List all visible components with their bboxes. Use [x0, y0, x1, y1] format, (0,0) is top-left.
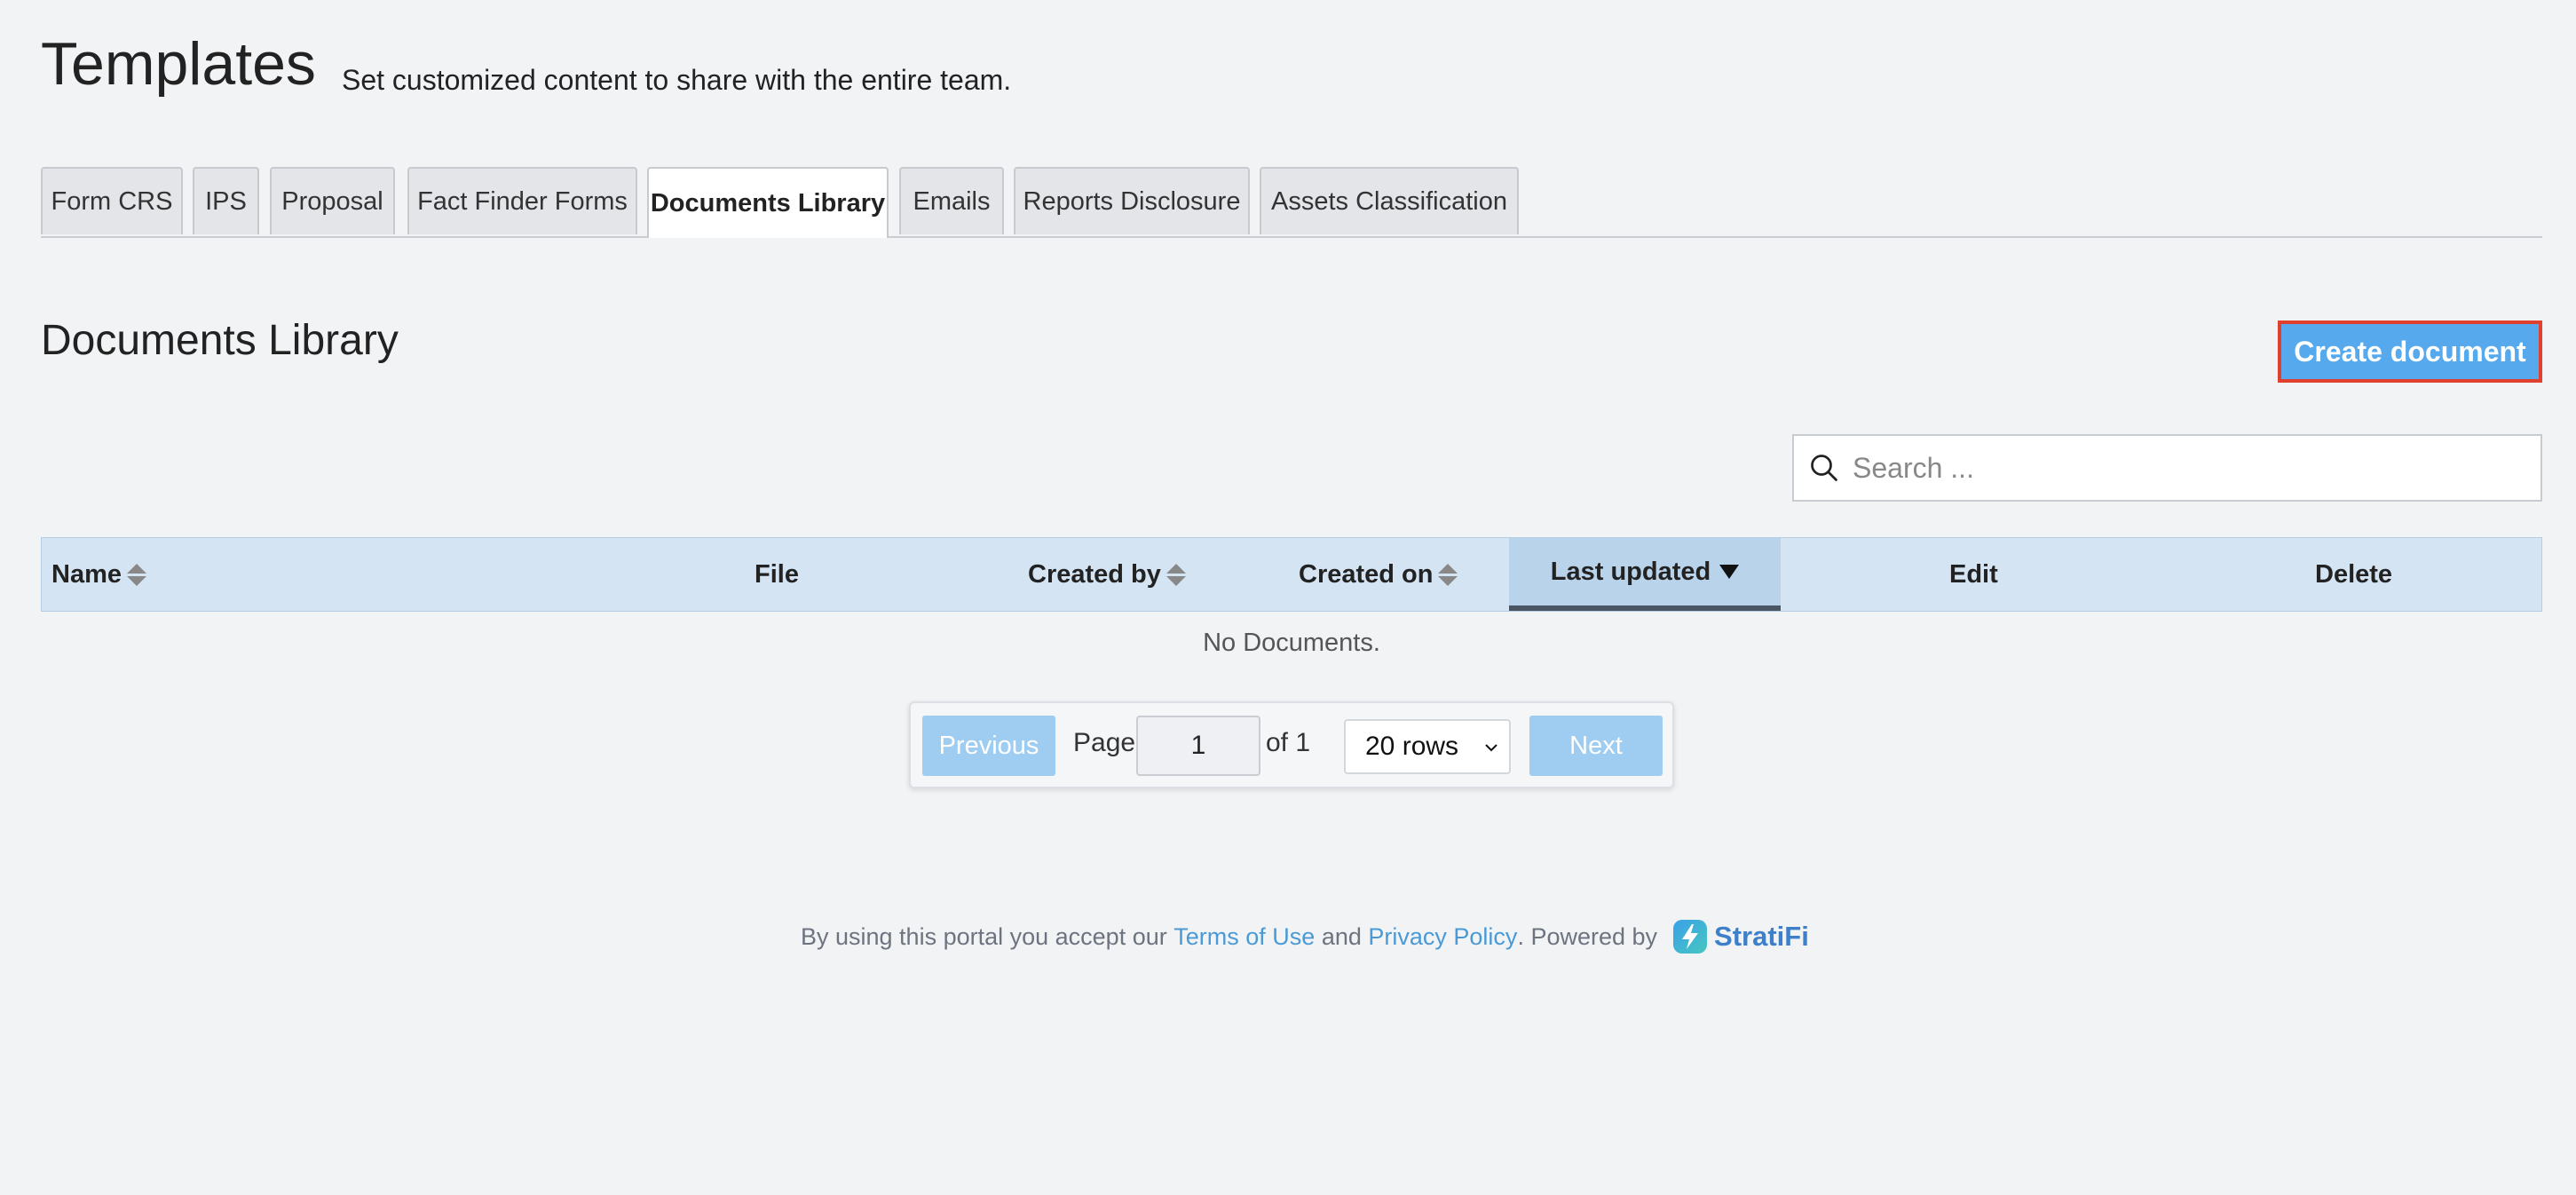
stratifi-logo[interactable]: StratiFi: [1671, 918, 1809, 955]
search-input[interactable]: [1851, 450, 2529, 486]
page-total: of 1: [1266, 728, 1311, 757]
table-header: Name File Created by Created on Last upd…: [41, 537, 2542, 612]
privacy-policy-link[interactable]: Privacy Policy: [1368, 923, 1517, 951]
tab-documents-library[interactable]: Documents Library: [647, 167, 889, 238]
empty-state-message: No Documents.: [1203, 629, 1380, 657]
page-number-input[interactable]: 1: [1136, 716, 1260, 776]
search-box: [1792, 434, 2542, 502]
column-created-by[interactable]: Created by: [1028, 538, 1186, 611]
stratifi-logo-icon: [1673, 920, 1708, 954]
page-subtitle: Set customized content to share with the…: [342, 64, 1012, 96]
column-last-updated[interactable]: Last updated: [1509, 538, 1781, 611]
chevron-down-icon: [1485, 744, 1497, 752]
sort-icon: [1166, 563, 1186, 586]
terms-of-use-link[interactable]: Terms of Use: [1173, 923, 1315, 951]
sort-descending-icon: [1719, 565, 1740, 579]
column-created-by-label: Created by: [1028, 559, 1161, 589]
tab-form-crs[interactable]: Form CRS: [41, 167, 183, 234]
column-name-label: Name: [51, 559, 122, 589]
column-created-on[interactable]: Created on: [1299, 538, 1458, 611]
rows-per-page-select[interactable]: 20 rows: [1344, 719, 1511, 774]
tab-emails[interactable]: Emails: [899, 167, 1004, 234]
sort-icon: [1438, 563, 1458, 586]
footer-powered-by: . Powered by: [1517, 922, 1658, 950]
sort-icon: [127, 563, 146, 586]
footer-and: and: [1321, 922, 1362, 950]
page-title: Templates: [41, 30, 316, 98]
pagination: Previous Page 1 of 1 20 rows Next: [909, 701, 1674, 788]
create-document-button[interactable]: Create document: [2278, 321, 2542, 383]
column-delete-label: Delete: [2315, 559, 2393, 589]
section-title: Documents Library: [41, 317, 399, 364]
tab-bar: Form CRS IPS Proposal Fact Finder Forms …: [41, 167, 2542, 238]
previous-button[interactable]: Previous: [922, 716, 1055, 776]
column-edit-label: Edit: [1949, 559, 1998, 589]
column-last-updated-label: Last updated: [1550, 557, 1711, 586]
search-icon: [1811, 455, 1837, 481]
next-button[interactable]: Next: [1529, 716, 1663, 776]
column-delete: Delete: [2315, 538, 2392, 611]
tab-proposal[interactable]: Proposal: [270, 167, 395, 234]
brand-name: StratiFi: [1714, 921, 1809, 952]
tab-ips[interactable]: IPS: [193, 167, 259, 234]
footer: By using this portal you accept our Term…: [801, 918, 1809, 955]
tab-assets-classification[interactable]: Assets Classification: [1260, 167, 1519, 234]
column-created-on-label: Created on: [1299, 559, 1434, 589]
page-label: Page: [1073, 728, 1136, 757]
tab-fact-finder-forms[interactable]: Fact Finder Forms: [407, 167, 637, 234]
footer-text: By using this portal you accept our: [801, 922, 1167, 950]
column-file-label: File: [755, 559, 799, 589]
column-edit: Edit: [1949, 538, 1998, 611]
column-name[interactable]: Name: [51, 538, 146, 611]
column-file: File: [755, 538, 799, 611]
rows-per-page-value: 20 rows: [1365, 732, 1459, 761]
tab-reports-disclosure[interactable]: Reports Disclosure: [1014, 167, 1250, 234]
